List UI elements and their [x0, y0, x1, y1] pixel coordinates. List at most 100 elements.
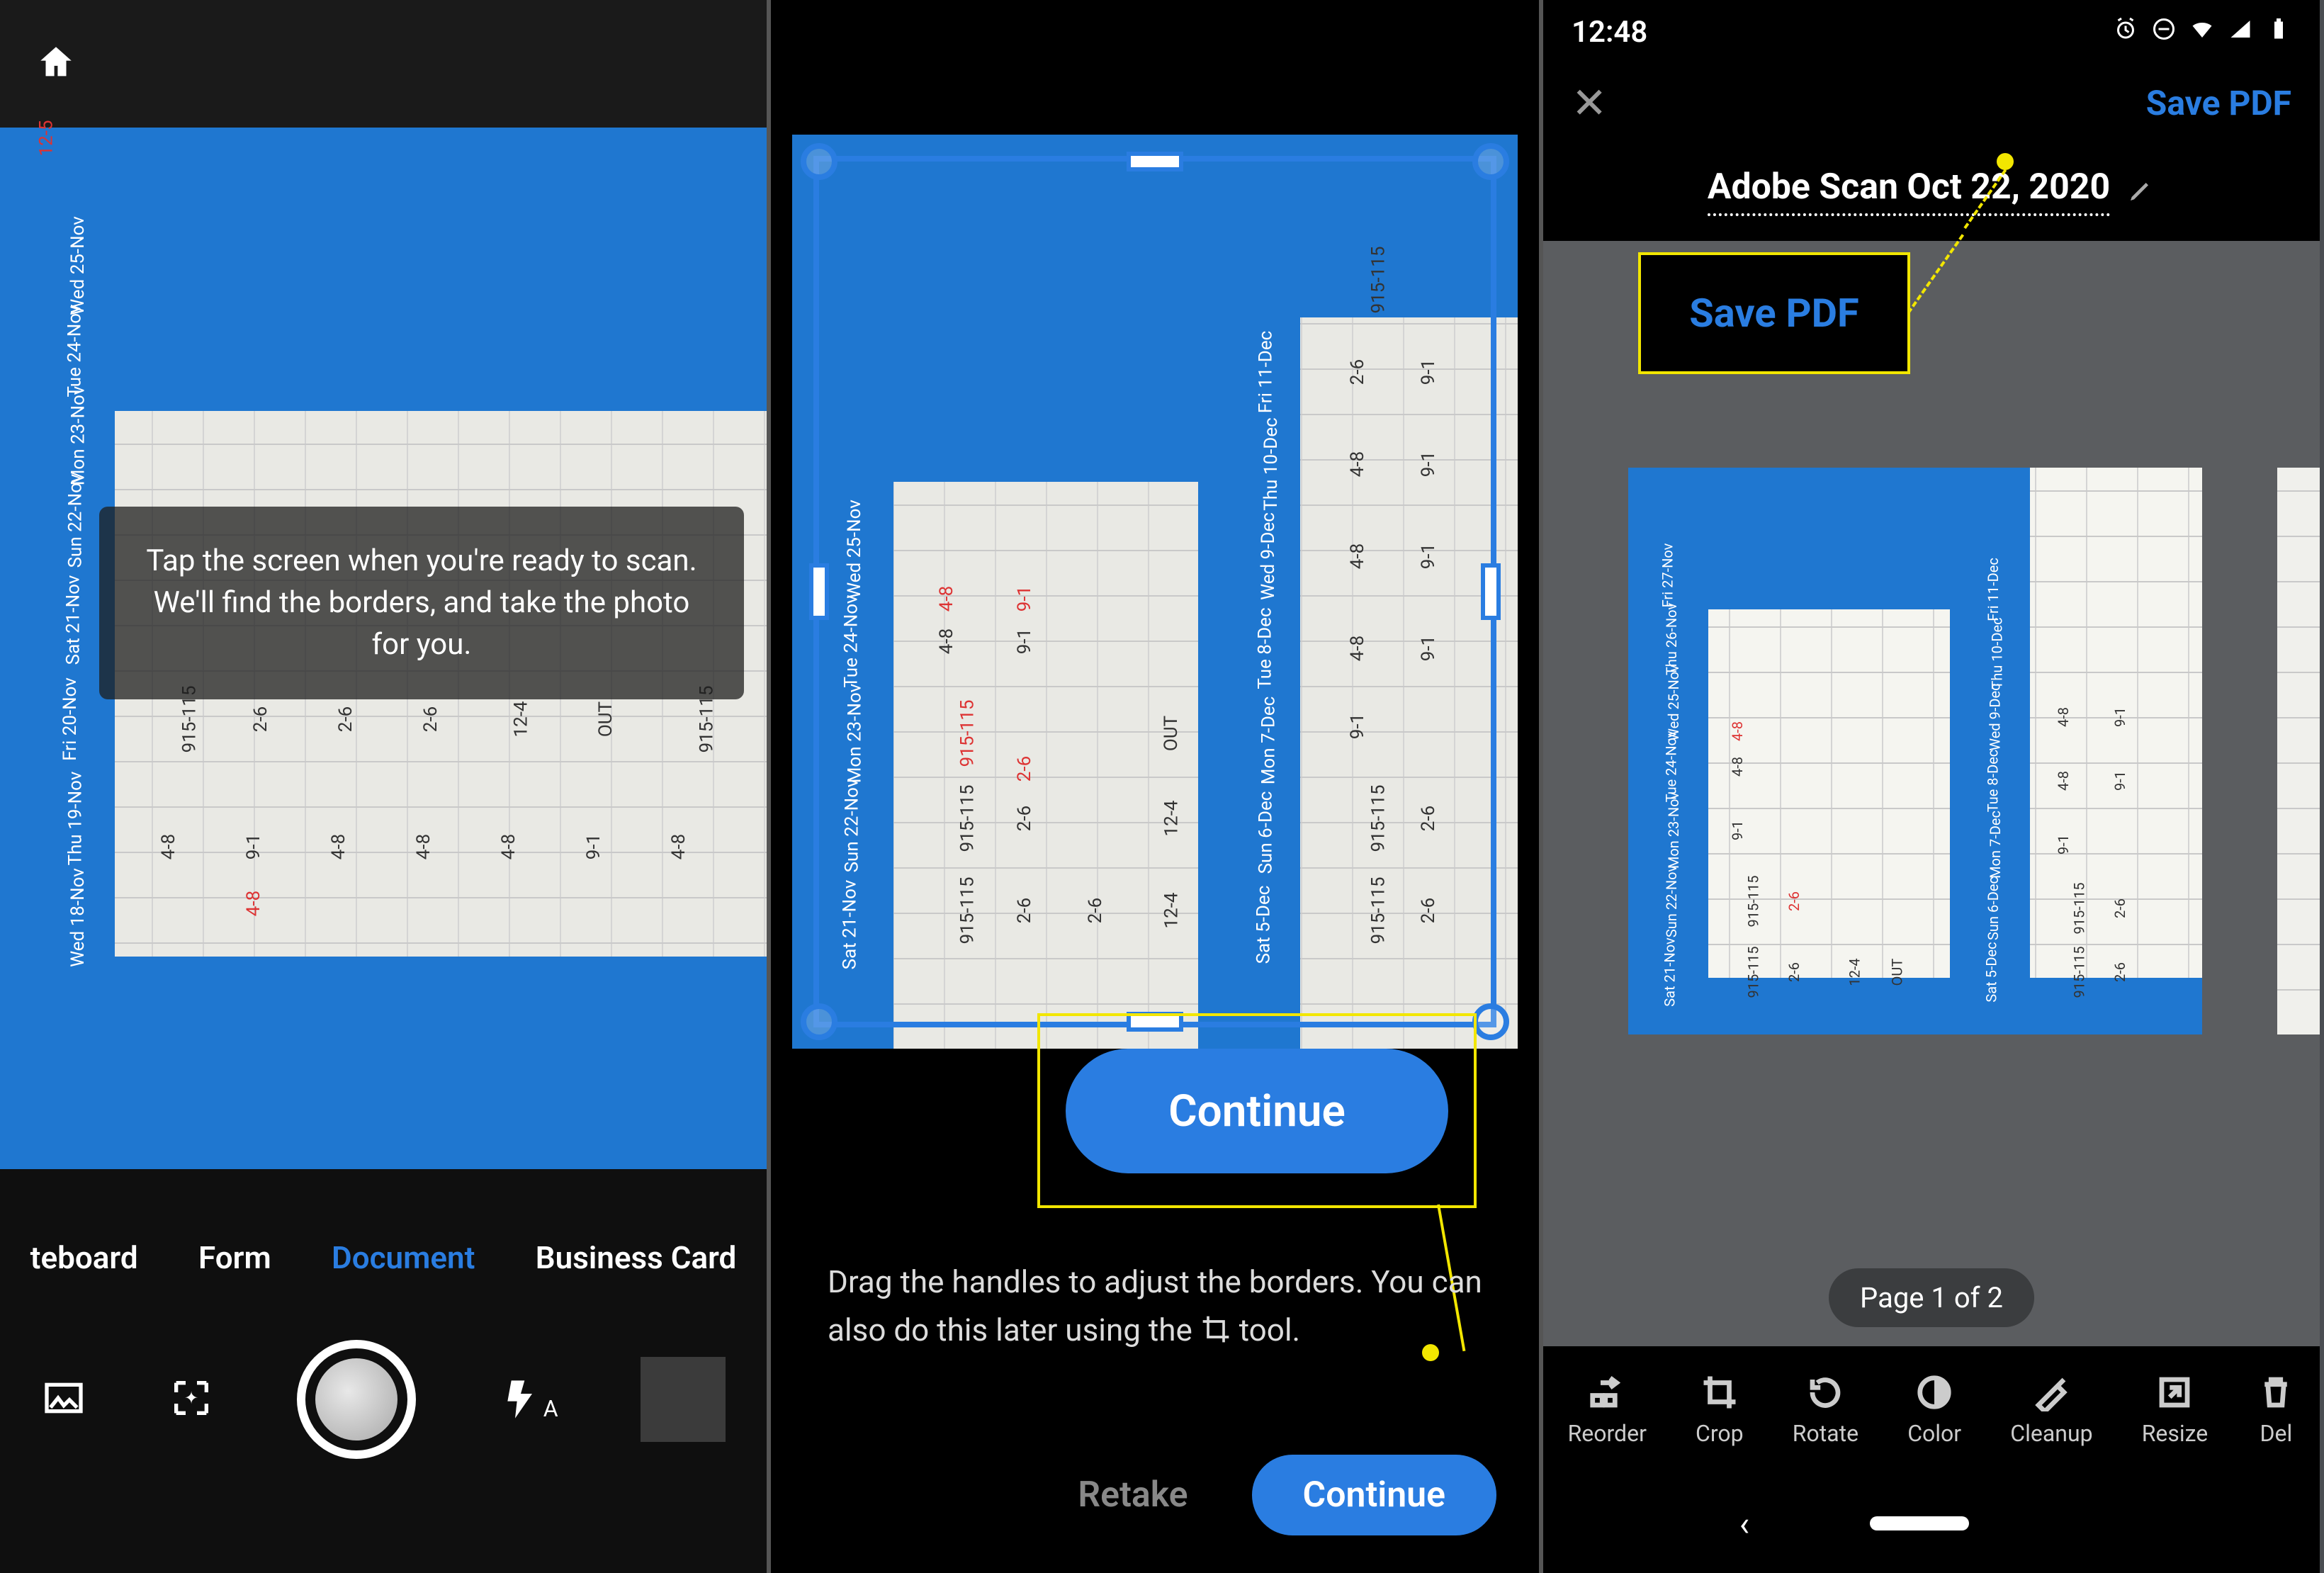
tab-document[interactable]: Document: [332, 1239, 475, 1276]
screen-adjust-borders: Sat 21-Nov Sun 22-Nov Mon 23-Nov Tue 24-…: [771, 0, 1543, 1573]
tool-color[interactable]: Color: [1907, 1373, 1961, 1447]
tool-label: Reorder: [1568, 1420, 1647, 1447]
cell: Sat 21-Nov: [62, 575, 84, 665]
crop-preview[interactable]: Sat 21-Nov Sun 22-Nov Mon 23-Nov Tue 24-…: [792, 135, 1518, 1049]
cell: 9-1: [1729, 821, 1746, 840]
cell: Mon 23-Nov: [1665, 792, 1682, 869]
cell: Mon 23-Nov: [67, 386, 89, 486]
cell: 2-6: [2111, 898, 2128, 918]
schedule-footer-band: [115, 957, 767, 1169]
android-nav-bar: ‹: [1543, 1474, 2320, 1573]
last-scan-thumbnail[interactable]: [641, 1357, 726, 1442]
tab-business-card[interactable]: Business Card: [536, 1239, 737, 1276]
annotation-label: Save PDF: [1689, 290, 1858, 337]
cell: 4-8: [2055, 771, 2072, 791]
top-bar: [0, 0, 767, 128]
tool-cleanup[interactable]: Cleanup: [2010, 1373, 2092, 1447]
crop-handle-tr[interactable]: [1472, 143, 1509, 180]
signal-icon: [2228, 15, 2253, 50]
battery-icon: [2266, 15, 2291, 50]
cell: 9-1: [2111, 771, 2128, 791]
cell: Tue 24-Nov: [1662, 731, 1679, 803]
cell: Thu 26-Nov: [1663, 603, 1680, 675]
screen-review: 12:48 ✕ Save PDF Adobe Scan Oct 22, 2020…: [1543, 0, 2320, 1573]
crop-footer: Retake Continue: [771, 1417, 1539, 1573]
alarm-icon: [2113, 15, 2138, 50]
cell: 4-8: [413, 834, 434, 859]
cell: Mon 7-Dec: [1987, 811, 2004, 879]
crop-hint-text: Drag the handles to adjust the borders. …: [828, 1258, 1508, 1354]
cell: 2-6: [1786, 962, 1803, 982]
tool-label: Rotate: [1793, 1420, 1858, 1447]
cell: 4-8: [668, 834, 689, 859]
crop-handle-br[interactable]: [1472, 1003, 1509, 1040]
scanned-schedule-image: [2277, 468, 2320, 1034]
tool-resize[interactable]: Resize: [2142, 1373, 2209, 1447]
cell: Thu 10-Dec: [1989, 617, 2006, 689]
crop-handle-left[interactable]: [809, 563, 829, 620]
cell: 12-4: [1846, 958, 1863, 986]
crop-handle-bl[interactable]: [801, 1003, 837, 1040]
gallery-icon[interactable]: [41, 1375, 86, 1423]
crop-handle-right[interactable]: [1481, 563, 1501, 620]
home-icon[interactable]: [35, 42, 77, 86]
cell: 915-115: [1744, 947, 1761, 998]
tool-label: Resize: [2142, 1420, 2209, 1447]
cell: 2-6: [1786, 891, 1803, 911]
tool-crop[interactable]: Crop: [1696, 1373, 1744, 1447]
crop-handle-bottom[interactable]: [1127, 1012, 1183, 1032]
nav-back-icon[interactable]: ‹: [1739, 1504, 1749, 1544]
cell: Wed 25-Nov: [1665, 665, 1682, 741]
cell: 2-6: [420, 706, 441, 732]
crop-handle-top[interactable]: [1127, 152, 1183, 171]
tool-label: Crop: [1696, 1420, 1744, 1447]
cell: Fri 11-Dec: [1985, 558, 2002, 621]
hint-text-post: tool.: [1239, 1312, 1300, 1348]
save-pdf-button[interactable]: Save PDF: [2146, 83, 2291, 123]
cell: 12-4: [511, 701, 532, 737]
tab-whiteboard[interactable]: teboard: [30, 1239, 138, 1276]
edit-title-icon[interactable]: [2127, 176, 2155, 207]
scan-page-thumbnail-next[interactable]: [2277, 468, 2320, 1034]
shutter-button[interactable]: [297, 1340, 416, 1459]
cell: 4-8: [328, 834, 349, 859]
nav-home-pill[interactable]: [1870, 1516, 1969, 1530]
status-time: 12:48: [1572, 15, 1647, 50]
auto-capture-icon[interactable]: ✦: [169, 1375, 214, 1423]
continue-button[interactable]: Continue: [1252, 1455, 1496, 1535]
tool-delete[interactable]: Del: [2257, 1373, 2295, 1447]
schedule-block: [1708, 468, 1949, 609]
cell: 9-1: [2055, 835, 2072, 855]
schedule-header-band: [115, 128, 767, 411]
cell: Wed 18-Nov: [67, 868, 89, 967]
schedule-header-band: [0, 128, 115, 1169]
hint-text-pre: Drag the handles to adjust the borders. …: [828, 1263, 1482, 1348]
retake-button[interactable]: Retake: [1078, 1475, 1188, 1516]
document-title[interactable]: Adobe Scan Oct 22, 2020: [1708, 167, 2110, 216]
tool-reorder[interactable]: Reorder: [1568, 1373, 1647, 1447]
page-indicator: Page 1 of 2: [1829, 1268, 2034, 1327]
cell: Fri 20-Nov: [60, 677, 81, 761]
tool-rotate[interactable]: Rotate: [1793, 1373, 1858, 1447]
cell: 4-8: [498, 834, 519, 859]
cell: 4-8: [243, 891, 264, 916]
continue-button-large[interactable]: Continue: [1066, 1049, 1448, 1173]
tool-label: Del: [2260, 1420, 2293, 1447]
tool-label: Cleanup: [2010, 1420, 2092, 1447]
wifi-icon: [2189, 15, 2215, 50]
tab-form[interactable]: Form: [198, 1239, 271, 1276]
crop-handle-tl[interactable]: [801, 143, 837, 180]
scan-page-thumbnail[interactable]: Sat 21-Nov Sun 22-Nov Mon 23-Nov Tue 24-…: [1628, 468, 2202, 1034]
status-icons: [2113, 15, 2291, 50]
cell: 4-8: [158, 834, 179, 859]
cell: Sun 6-Dec: [1985, 876, 2002, 940]
cell: Thu 19-Nov: [64, 772, 86, 866]
cell: 915-115: [2070, 947, 2087, 998]
cell: 9-1: [243, 834, 264, 859]
crop-frame[interactable]: [813, 156, 1496, 1027]
cell: Wed 9-Dec: [1987, 683, 2004, 750]
capture-mode-tabs: teboard Form Document Business Card: [0, 1219, 767, 1297]
close-icon[interactable]: ✕: [1572, 78, 1607, 128]
flash-icon[interactable]: A: [498, 1377, 558, 1422]
scan-tip-overlay: Tap the screen when you're ready to scan…: [99, 507, 744, 699]
